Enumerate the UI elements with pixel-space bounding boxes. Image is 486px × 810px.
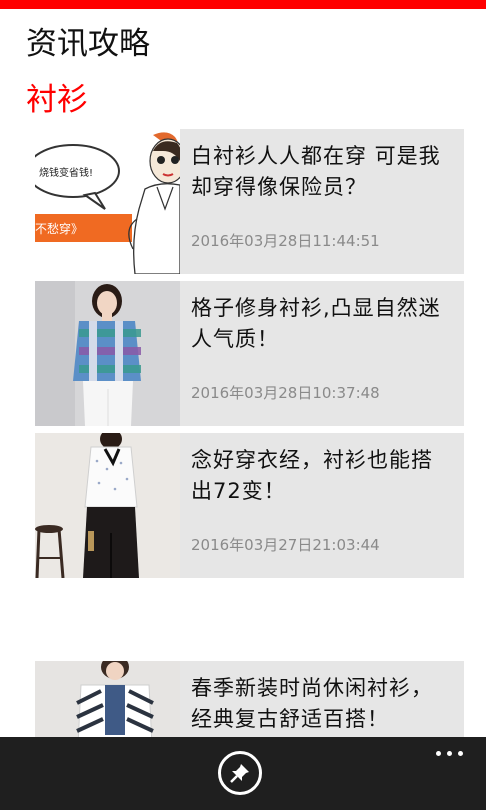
page: 资讯攻略 衬衫 烧钱变省钱! 不愁穿》 白衬衫人人都在穿 可是我却穿得像保险员？… (0, 0, 486, 810)
pivot-header-shirts[interactable]: 衬衫 (26, 80, 88, 120)
article-date: 2016年03月28日10:37:48 (191, 384, 380, 402)
article-item[interactable]: 格子修身衬衫,凸显自然迷人气质！ 2016年03月28日10:37:48 (35, 281, 464, 426)
thumb-bubble-text: 烧钱变省钱! (39, 166, 93, 179)
article-title: 念好穿衣经，衬衫也能搭出72变！ (191, 448, 433, 503)
article-title: 春季新装时尚休闲衬衫，经典复古舒适百搭！ (191, 676, 433, 731)
pin-button[interactable] (218, 751, 262, 795)
top-accent-bar (0, 0, 486, 9)
pin-icon (230, 764, 249, 783)
app-title: 资讯攻略 (26, 26, 150, 62)
article-item[interactable]: 念好穿衣经，衬衫也能搭出72变！ 2016年03月27日21:03:44 (35, 433, 464, 578)
article-thumbnail: 烧钱变省钱! 不愁穿》 (35, 129, 180, 274)
article-thumbnail (35, 281, 180, 426)
more-icon-dot (447, 751, 452, 756)
article-title: 格子修身衬衫,凸显自然迷人气质！ (191, 296, 441, 351)
article-date: 2016年03月28日11:44:51 (191, 232, 380, 250)
article-title: 白衬衫人人都在穿 可是我却穿得像保险员？ (191, 144, 441, 199)
more-options-button[interactable] (430, 741, 470, 765)
more-icon (436, 751, 441, 756)
thumb-banner-text: 不愁穿》 (35, 221, 83, 236)
more-icon-dot (458, 751, 463, 756)
article-item[interactable]: 烧钱变省钱! 不愁穿》 白衬衫人人都在穿 可是我却穿得像保险员？ 2016年03… (35, 129, 464, 274)
app-bar (0, 737, 486, 810)
article-thumbnail (35, 433, 180, 578)
article-date: 2016年03月27日21:03:44 (191, 536, 380, 554)
